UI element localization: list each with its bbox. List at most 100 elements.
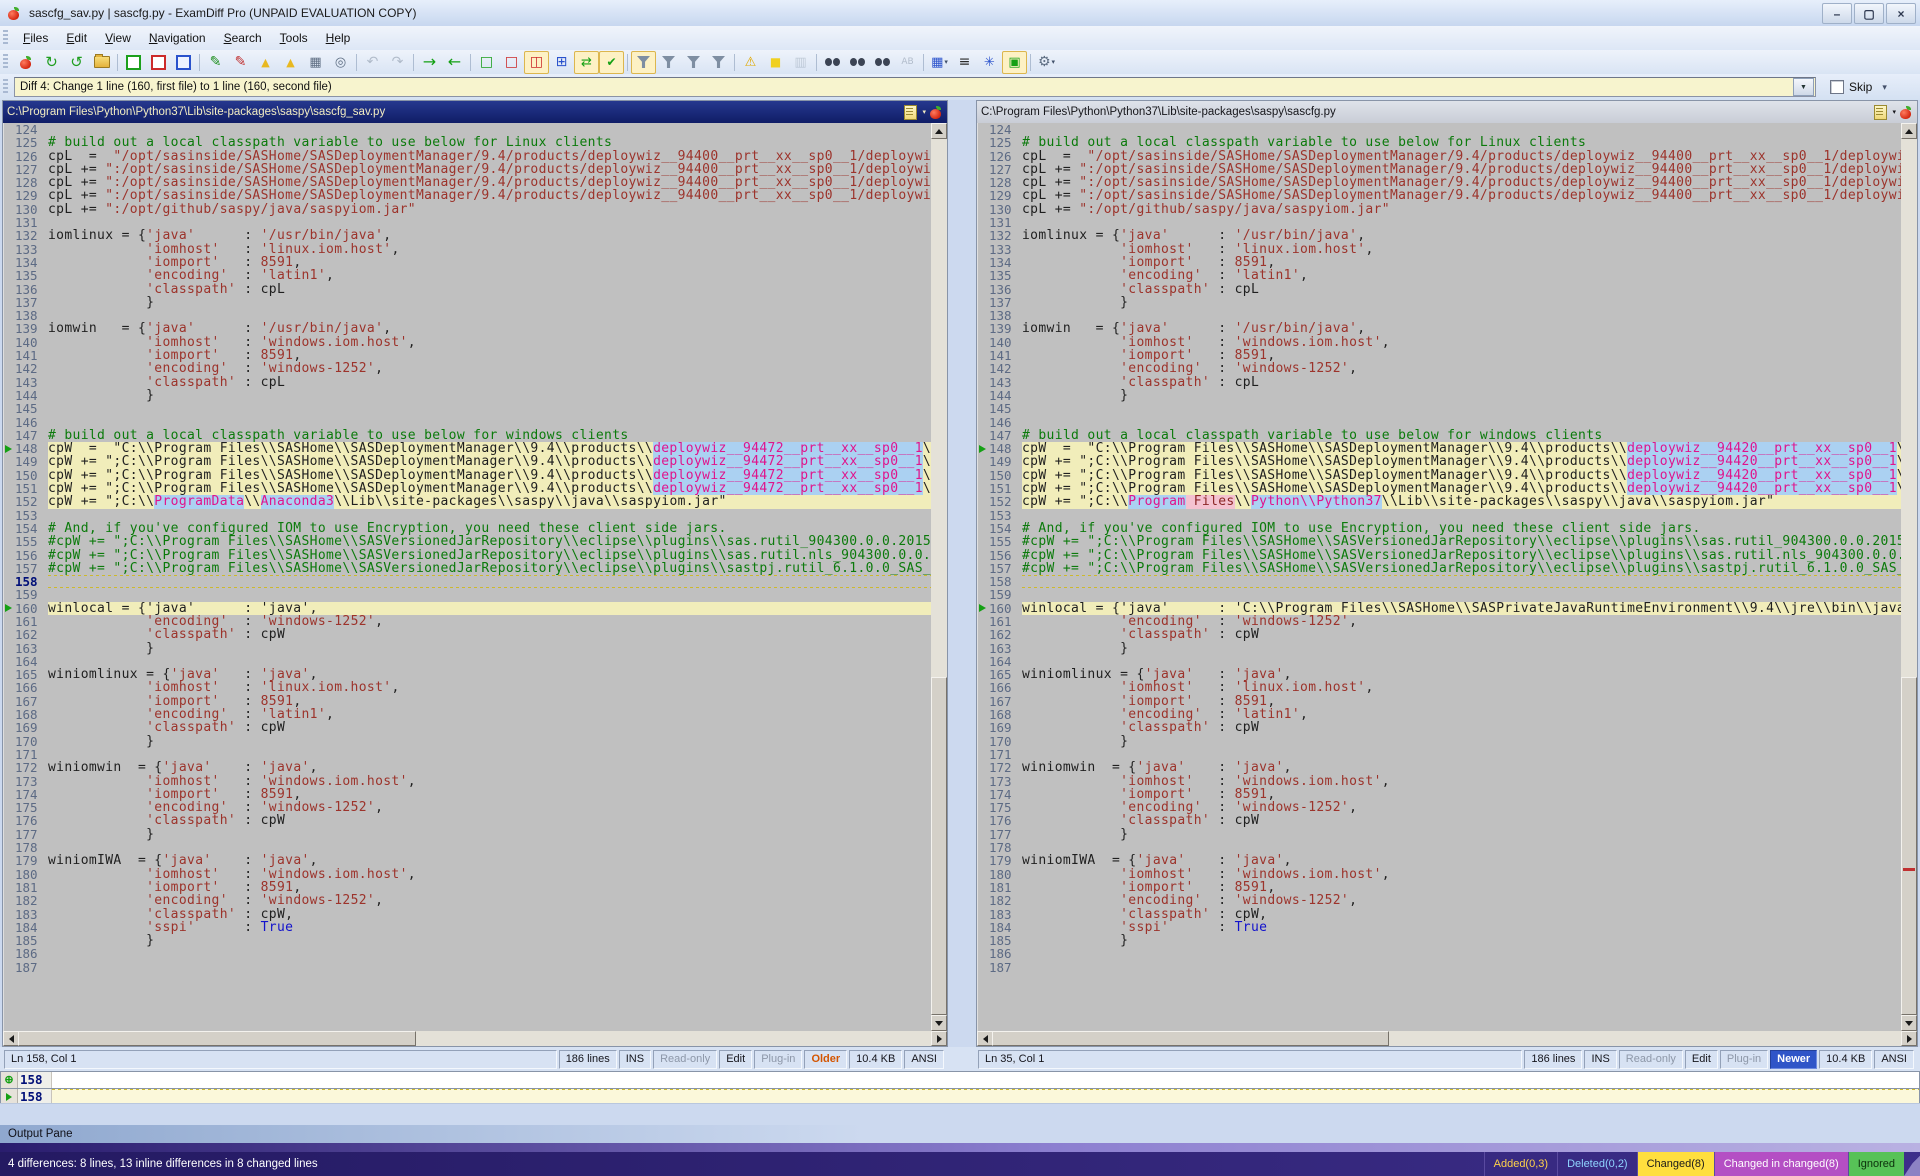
second-file-header[interactable]: C:\Program Files\Python\Python37\Lib\sit… [977, 101, 1917, 123]
menu-navigation[interactable]: Navigation [140, 28, 215, 48]
second-file-horizontal-scrollbar[interactable] [977, 1031, 1917, 1046]
diff-combo-dropdown-icon[interactable]: ▼ [1793, 78, 1814, 96]
statistics-button[interactable] [788, 51, 813, 74]
line-detail-row[interactable]: ⊕158 [0, 1071, 1920, 1089]
minimize-button[interactable]: – [1822, 3, 1852, 24]
edit-second-file-button[interactable] [228, 51, 253, 74]
maximize-button[interactable]: ▢ [1854, 3, 1884, 24]
gutter [978, 229, 989, 242]
diffbar-grip[interactable] [3, 79, 8, 95]
first-file-horizontal-scrollbar[interactable] [3, 1031, 947, 1046]
gutter [4, 748, 15, 761]
show-all-lines-filter-button[interactable] [631, 51, 656, 74]
line-detail-content[interactable] [52, 1072, 1919, 1088]
show-second-pane-button[interactable] [499, 51, 524, 74]
match-case-button[interactable] [895, 51, 920, 74]
options-button[interactable]: ▾ [1034, 51, 1059, 74]
show-edit-bar-button[interactable] [599, 51, 624, 74]
line-text [48, 402, 931, 415]
diff-map-button[interactable]: ▾ [927, 51, 952, 74]
line-text: 'encoding' : 'windows-1252', [1022, 894, 1901, 907]
split-view-button[interactable] [524, 51, 549, 74]
first-file-header[interactable]: C:\Program Files\Python\Python37\Lib\sit… [3, 101, 947, 123]
show-first-pane-button[interactable] [474, 51, 499, 74]
menu-view[interactable]: View [96, 28, 140, 48]
file-menu-dropdown-icon[interactable]: ▾ [922, 108, 926, 116]
gutter [4, 628, 15, 641]
save-both-files-button[interactable] [171, 51, 196, 74]
pane-splitter[interactable] [948, 100, 976, 1047]
line-text: } [48, 828, 931, 841]
file-menu-icon[interactable] [904, 105, 917, 120]
first-file-vertical-scrollbar[interactable] [931, 123, 947, 1031]
line-number: 134 [989, 256, 1022, 269]
menu-grip[interactable] [3, 30, 8, 46]
code-line: 162 'classpath' : cpW [978, 628, 1901, 641]
show-ignored-filter-button[interactable] [706, 51, 731, 74]
close-button[interactable]: × [1886, 3, 1916, 24]
find-button[interactable] [820, 51, 845, 74]
show-differences-filter-button[interactable] [656, 51, 681, 74]
second-file-code-area[interactable]: 124125# build out a local classpath vari… [977, 123, 1901, 1031]
menu-tools[interactable]: Tools [271, 28, 317, 48]
synchronize-scrolling-button[interactable] [574, 51, 599, 74]
next-difference-button[interactable] [417, 51, 442, 74]
print-button[interactable] [303, 51, 328, 74]
resize-grip[interactable] [1904, 1152, 1920, 1176]
edit-first-file-button[interactable] [203, 51, 228, 74]
compare-apple-icon[interactable] [930, 106, 943, 119]
file-menu-icon[interactable] [1874, 105, 1887, 120]
gutter [978, 336, 989, 349]
second-file-vertical-scrollbar[interactable] [1901, 123, 1917, 1031]
compare-apple-icon[interactable] [1900, 106, 1913, 119]
menu-help[interactable]: Help [317, 28, 360, 48]
grid-view-button[interactable] [549, 51, 574, 74]
first-file-code-area[interactable]: 124125# build out a local classpath vari… [3, 123, 931, 1031]
view-first-file-button[interactable] [253, 51, 278, 74]
highlight-marker-icon [770, 56, 781, 68]
search-in-files-button[interactable] [328, 51, 353, 74]
find-next-button[interactable] [845, 51, 870, 74]
swap-panes-button[interactable] [64, 51, 89, 74]
view-second-file-button[interactable] [278, 51, 303, 74]
toolbar-overflow-icon[interactable]: ▾ [1882, 82, 1887, 93]
open-files-button[interactable] [89, 51, 114, 74]
current-diff-combobox[interactable]: Diff 4: Change 1 line (160, first file) … [14, 77, 1816, 97]
code-line: 126cpL = "/opt/sasinside/SASHome/SASDepl… [4, 150, 931, 163]
undo-button[interactable] [360, 51, 385, 74]
save-first-file-button[interactable] [121, 51, 146, 74]
line-numbers-button[interactable] [952, 51, 977, 74]
file-menu-dropdown-icon[interactable]: ▾ [1892, 108, 1896, 116]
code-line: 149cpW += ";C:\\Program Files\\SASHome\\… [4, 455, 931, 468]
skip-checkbox[interactable] [1830, 80, 1844, 94]
highlight-marker-button[interactable] [763, 51, 788, 74]
gutter [4, 761, 15, 774]
plugins-button[interactable] [977, 51, 1002, 74]
toolbar-grip[interactable] [3, 54, 8, 70]
find-previous-button[interactable] [870, 51, 895, 74]
menu-edit[interactable]: Edit [57, 28, 96, 48]
code-line: 139iomwin = {'java' : '/usr/bin/java', [4, 322, 931, 335]
line-number: 146 [15, 416, 48, 429]
compare-files-button[interactable] [14, 51, 39, 74]
warning-marker-button[interactable] [738, 51, 763, 74]
redo-button[interactable] [385, 51, 410, 74]
line-text: 'encoding' : 'windows-1252', [48, 615, 931, 628]
gutter [4, 868, 15, 881]
show-identical-filter-button[interactable] [681, 51, 706, 74]
line-text: 'iomport' : 8591, [1022, 788, 1901, 801]
previous-difference-button[interactable] [442, 51, 467, 74]
gutter [978, 176, 989, 189]
image-compare-button[interactable] [1002, 51, 1027, 74]
code-line: 160winlocal = {'java' : 'C:\\Program Fil… [978, 602, 1901, 615]
output-pane-caption[interactable]: Output Pane [0, 1125, 1920, 1143]
line-number: 159 [989, 588, 1022, 601]
line-number: 181 [15, 881, 48, 894]
compare-files-icon [20, 56, 33, 69]
menu-search[interactable]: Search [215, 28, 271, 48]
menu-files[interactable]: Files [14, 28, 57, 48]
skip-label: Skip [1849, 80, 1872, 94]
line-number: 127 [989, 163, 1022, 176]
recompare-button[interactable] [39, 51, 64, 74]
save-second-file-button[interactable] [146, 51, 171, 74]
